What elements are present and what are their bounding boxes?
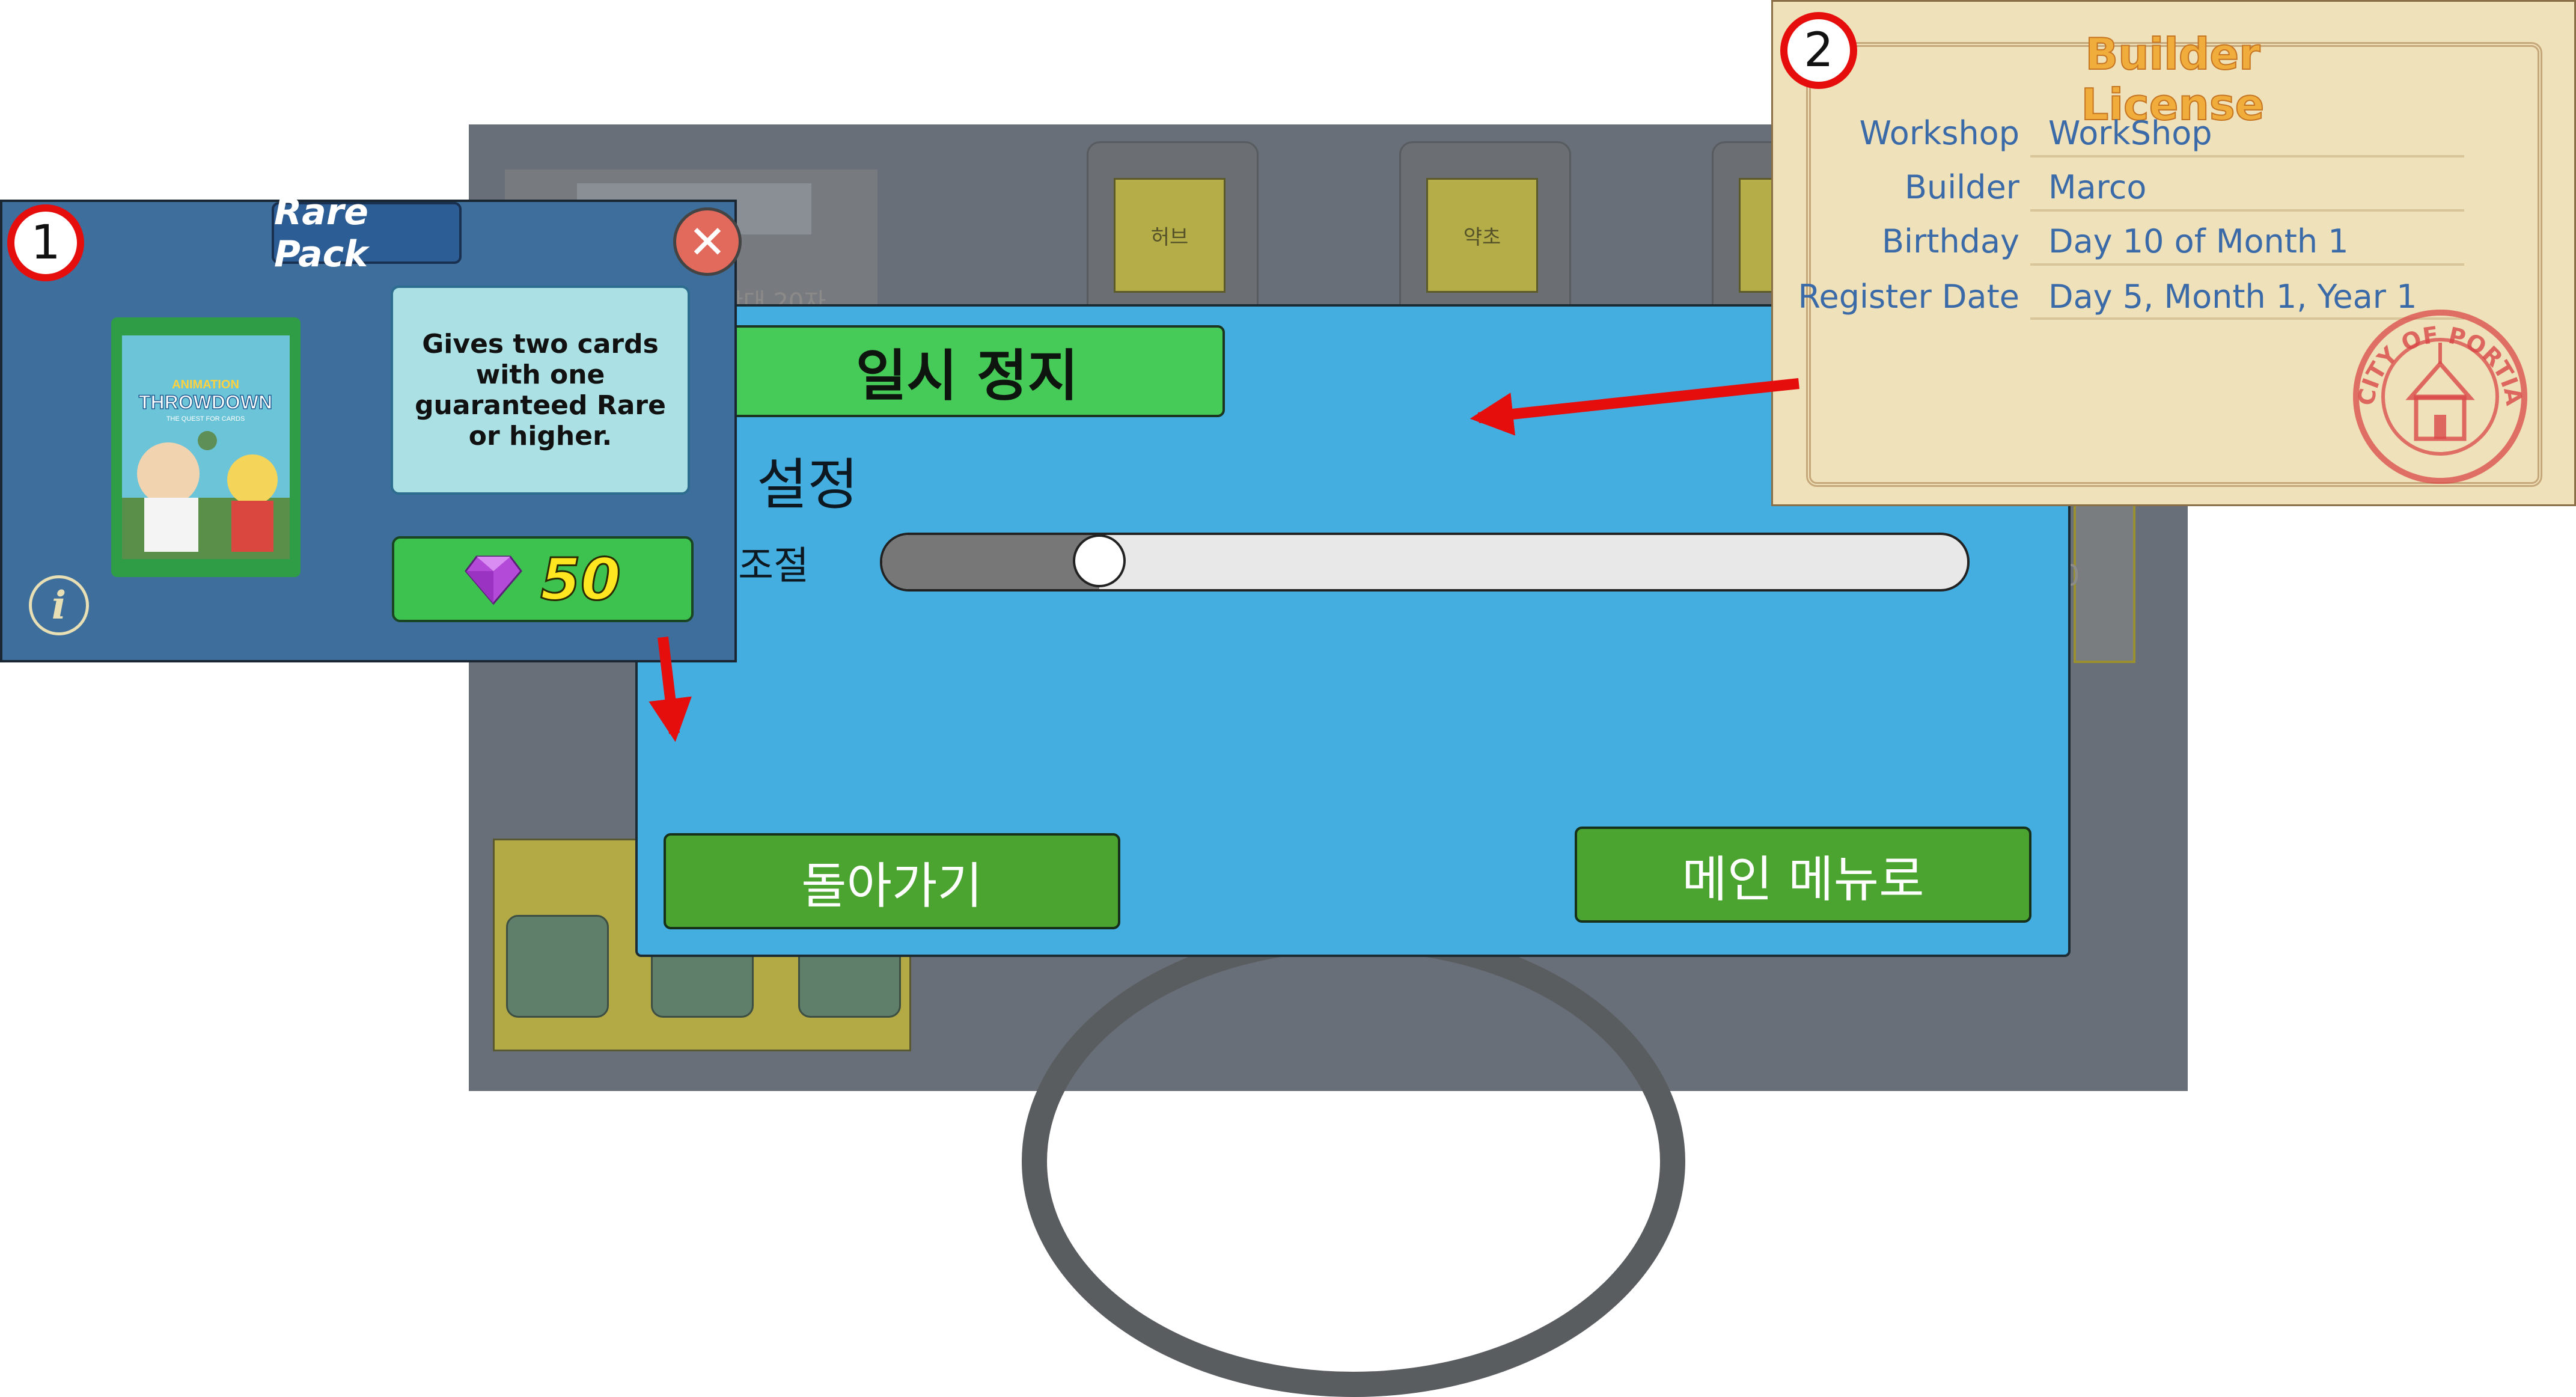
annotation-marker-2: 2 bbox=[1780, 12, 1857, 89]
pack-art-line2: THROWDOWN bbox=[139, 391, 272, 413]
slot-label-medicinal-herb: 약초 bbox=[1426, 178, 1538, 293]
buy-pack-button[interactable]: 50 bbox=[392, 536, 694, 622]
slot-label-herb: 허브 bbox=[1114, 178, 1225, 293]
close-icon[interactable]: ✕ bbox=[673, 207, 742, 276]
rare-pack-title: Rare Pack bbox=[272, 191, 462, 275]
back-button[interactable]: 돌아가기 bbox=[664, 833, 1120, 929]
background-circle bbox=[1022, 926, 1685, 1397]
pack-art-line1: ANIMATION bbox=[172, 378, 239, 391]
license-label-register-date: Register Date bbox=[1798, 278, 2019, 316]
license-value-workshop: WorkShop bbox=[2048, 114, 2212, 152]
license-value-builder: Marco bbox=[2048, 168, 2147, 206]
volume-slider-knob[interactable] bbox=[1073, 534, 1126, 587]
license-line bbox=[2030, 155, 2464, 157]
annotation-marker-1: 1 bbox=[7, 204, 84, 281]
volume-slider[interactable] bbox=[880, 533, 1970, 592]
gem-icon bbox=[465, 555, 523, 605]
license-label-workshop: Workshop bbox=[1859, 114, 2019, 152]
slot-medicinal-herb[interactable]: 약초 bbox=[1399, 141, 1571, 319]
license-label-builder: Builder bbox=[1905, 168, 2019, 206]
license-label-birthday: Birthday bbox=[1882, 222, 2019, 260]
pause-title: 일시 정지 bbox=[709, 325, 1225, 417]
city-seal-stamp: CITY OF PORTIA bbox=[2353, 310, 2528, 484]
pack-price: 50 bbox=[540, 545, 622, 614]
license-value-birthday: Day 10 of Month 1 bbox=[2048, 222, 2349, 260]
inventory-slot[interactable] bbox=[506, 915, 609, 1018]
pack-description: Gives two cards with one guaranteed Rare… bbox=[391, 286, 690, 495]
pack-art-line3: THE QUEST FOR CARDS bbox=[166, 415, 245, 423]
license-line bbox=[2030, 263, 2464, 266]
license-line bbox=[2030, 209, 2464, 212]
background-side-strip bbox=[2074, 499, 2135, 663]
volume-slider-fill bbox=[882, 535, 1099, 589]
slot-herb[interactable]: 허브 bbox=[1087, 141, 1259, 319]
info-icon[interactable]: i bbox=[29, 575, 89, 635]
card-pack-image: ANIMATION THROWDOWN THE QUEST FOR CARDS bbox=[111, 317, 301, 577]
main-menu-button[interactable]: 메인 메뉴로 bbox=[1575, 827, 2031, 923]
